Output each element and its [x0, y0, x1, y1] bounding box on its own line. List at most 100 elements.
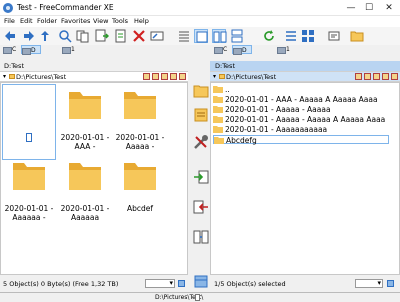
view-details-icon[interactable]: [177, 29, 191, 43]
toolbar: [0, 27, 400, 45]
root-icon[interactable]: [373, 73, 380, 80]
right-status: 1/5 Object(s) selected: [214, 280, 286, 288]
folder-icon: [9, 74, 15, 79]
list-item-name: 2020-01-01 - Aaaaa - Aaaaa: [225, 105, 331, 114]
compare-icon[interactable]: [192, 228, 210, 246]
left-path[interactable]: D:\Pictures\Test: [16, 73, 66, 81]
rename-icon[interactable]: [150, 29, 164, 43]
thumbnail-item[interactable]: 2020-01-01 - Aaaaaa -: [2, 155, 56, 231]
favorites-folder-icon[interactable]: [350, 29, 364, 43]
folder-sync-icon[interactable]: [192, 82, 210, 100]
menu-folder[interactable]: Folder: [37, 17, 57, 25]
left-tab-bar: D:Test: [0, 61, 188, 71]
history-icon[interactable]: [364, 73, 371, 80]
root-icon[interactable]: [161, 73, 168, 80]
move-to-left-icon[interactable]: [192, 198, 210, 216]
menu-edit[interactable]: Edit: [20, 17, 33, 25]
parent-icon[interactable]: [170, 73, 177, 80]
move-icon[interactable]: [95, 29, 109, 43]
list-item[interactable]: ..: [213, 85, 393, 94]
maximize-button[interactable]: ☐: [362, 2, 376, 14]
thumbnail-view-icon[interactable]: [301, 29, 315, 43]
app-icon: [3, 3, 13, 13]
single-panel-icon[interactable]: [194, 29, 208, 43]
footer-input-icon[interactable]: [195, 294, 200, 301]
window-title: Test - FreeCommander XE: [17, 3, 114, 12]
left-filter-combo[interactable]: [145, 279, 175, 288]
menu-bar: File Edit Folder Favorites View Tools He…: [0, 16, 400, 27]
drive-d-left[interactable]: D: [21, 45, 41, 55]
new-file-icon[interactable]: [114, 29, 128, 43]
title-bar: Test - FreeCommander XE — ☐ ✕: [0, 0, 400, 16]
folder-icon: [219, 74, 225, 79]
up-folder-icon[interactable]: [38, 29, 52, 43]
tools-icon[interactable]: [192, 133, 210, 151]
close-button[interactable]: ✕: [382, 2, 396, 14]
left-filter-icon[interactable]: [178, 280, 185, 287]
list-item[interactable]: 2020-01-01 - Aaaaaaaaaaa: [213, 125, 393, 134]
pack-icon[interactable]: [192, 272, 210, 290]
drive-c-left[interactable]: C: [3, 45, 21, 54]
left-path-bar: ▾ D:\Pictures\Test: [0, 71, 188, 82]
thumbnail-item[interactable]: 2020-01-01 - Aaaaa -: [113, 84, 167, 160]
thumbnail-item[interactable]: [2, 84, 56, 160]
back-arrow-icon[interactable]: [3, 29, 17, 43]
dropdown-arrow-icon[interactable]: ▾: [213, 73, 216, 80]
favorite-icon[interactable]: [355, 73, 362, 80]
folder-icon: [124, 92, 156, 119]
drive-c-right[interactable]: C: [214, 45, 232, 54]
list-item-selected[interactable]: Abcdefg: [213, 135, 389, 145]
folder-icon: [213, 116, 223, 123]
history-icon[interactable]: [152, 73, 159, 80]
parent-icon[interactable]: [382, 73, 389, 80]
copy-to-right-icon[interactable]: [192, 168, 210, 186]
refresh-icon[interactable]: [262, 29, 276, 43]
thumbnail-label: 2020-01-01 - AAA -: [60, 133, 110, 151]
list-item-name: ..: [225, 85, 230, 94]
thumbnail-item[interactable]: Abcdef: [113, 155, 167, 231]
drive-d-right[interactable]: D: [232, 45, 252, 55]
menu-file[interactable]: File: [4, 17, 15, 25]
list-item-name: Abcdefg: [226, 136, 257, 145]
menu-help[interactable]: Help: [134, 17, 149, 25]
right-path-bar: ▾ D:\Pictures\Test: [210, 71, 400, 82]
list-item-name: 2020-01-01 - Aaaaaaaaaaa: [225, 125, 328, 134]
right-filter-combo[interactable]: [355, 279, 383, 288]
menu-tools[interactable]: Tools: [112, 17, 128, 25]
thumbnail-item[interactable]: 2020-01-01 - AAA -: [58, 84, 112, 160]
tab-right-test[interactable]: D:Test: [212, 61, 238, 71]
list-view-icon[interactable]: [284, 29, 298, 43]
thumbnail-item[interactable]: 2020-01-01 - Aaaaaa: [58, 155, 112, 231]
right-path[interactable]: D:\Pictures\Test: [226, 73, 276, 81]
menu-favorites[interactable]: Favorites: [61, 17, 90, 25]
right-file-view[interactable]: .. 2020-01-01 - AAA - Aaaaa A Aaaaa Aaaa…: [210, 82, 400, 275]
list-item-name: 2020-01-01 - AAA - Aaaaa A Aaaaa Aaaa: [225, 95, 378, 104]
folder-icon: [69, 163, 101, 190]
horizontal-panel-icon[interactable]: [230, 29, 244, 43]
notes-icon[interactable]: [192, 106, 210, 124]
list-item[interactable]: 2020-01-01 - Aaaaa - Aaaaa: [213, 105, 393, 114]
tab-left-test[interactable]: D:Test: [1, 61, 27, 71]
settings-icon[interactable]: [327, 29, 341, 43]
minimize-button[interactable]: —: [344, 2, 358, 14]
drive-1-left[interactable]: 1: [62, 45, 78, 54]
thumbnail-label: 2020-01-01 - Aaaaa -: [115, 133, 165, 151]
right-filter-icon[interactable]: [387, 280, 394, 287]
filter-icon[interactable]: [179, 73, 186, 80]
menu-view[interactable]: View: [93, 17, 108, 25]
search-icon[interactable]: [58, 29, 72, 43]
thumbnail-label: 2020-01-01 - Aaaaaa -: [4, 204, 54, 222]
favorite-icon[interactable]: [143, 73, 150, 80]
delete-icon[interactable]: [132, 29, 146, 43]
footer-bar: D:\Pictures\Test\: [0, 292, 400, 302]
copy-icon[interactable]: [76, 29, 90, 43]
left-file-view[interactable]: 2020-01-01 - AAA - 2020-01-01 - Aaaaa - …: [0, 82, 188, 275]
list-item[interactable]: 2020-01-01 - Aaaaa - Aaaaa A Aaaaa Aaaa: [213, 115, 393, 124]
list-item[interactable]: 2020-01-01 - AAA - Aaaaa A Aaaaa Aaaa: [213, 95, 393, 104]
dropdown-arrow-icon[interactable]: ▾: [3, 73, 6, 80]
drive-1-right[interactable]: 1: [277, 45, 293, 54]
left-drive-bar: C D 1: [0, 45, 195, 55]
filter-icon[interactable]: [391, 73, 398, 80]
forward-arrow-icon[interactable]: [22, 29, 36, 43]
dual-panel-icon[interactable]: [212, 29, 227, 43]
